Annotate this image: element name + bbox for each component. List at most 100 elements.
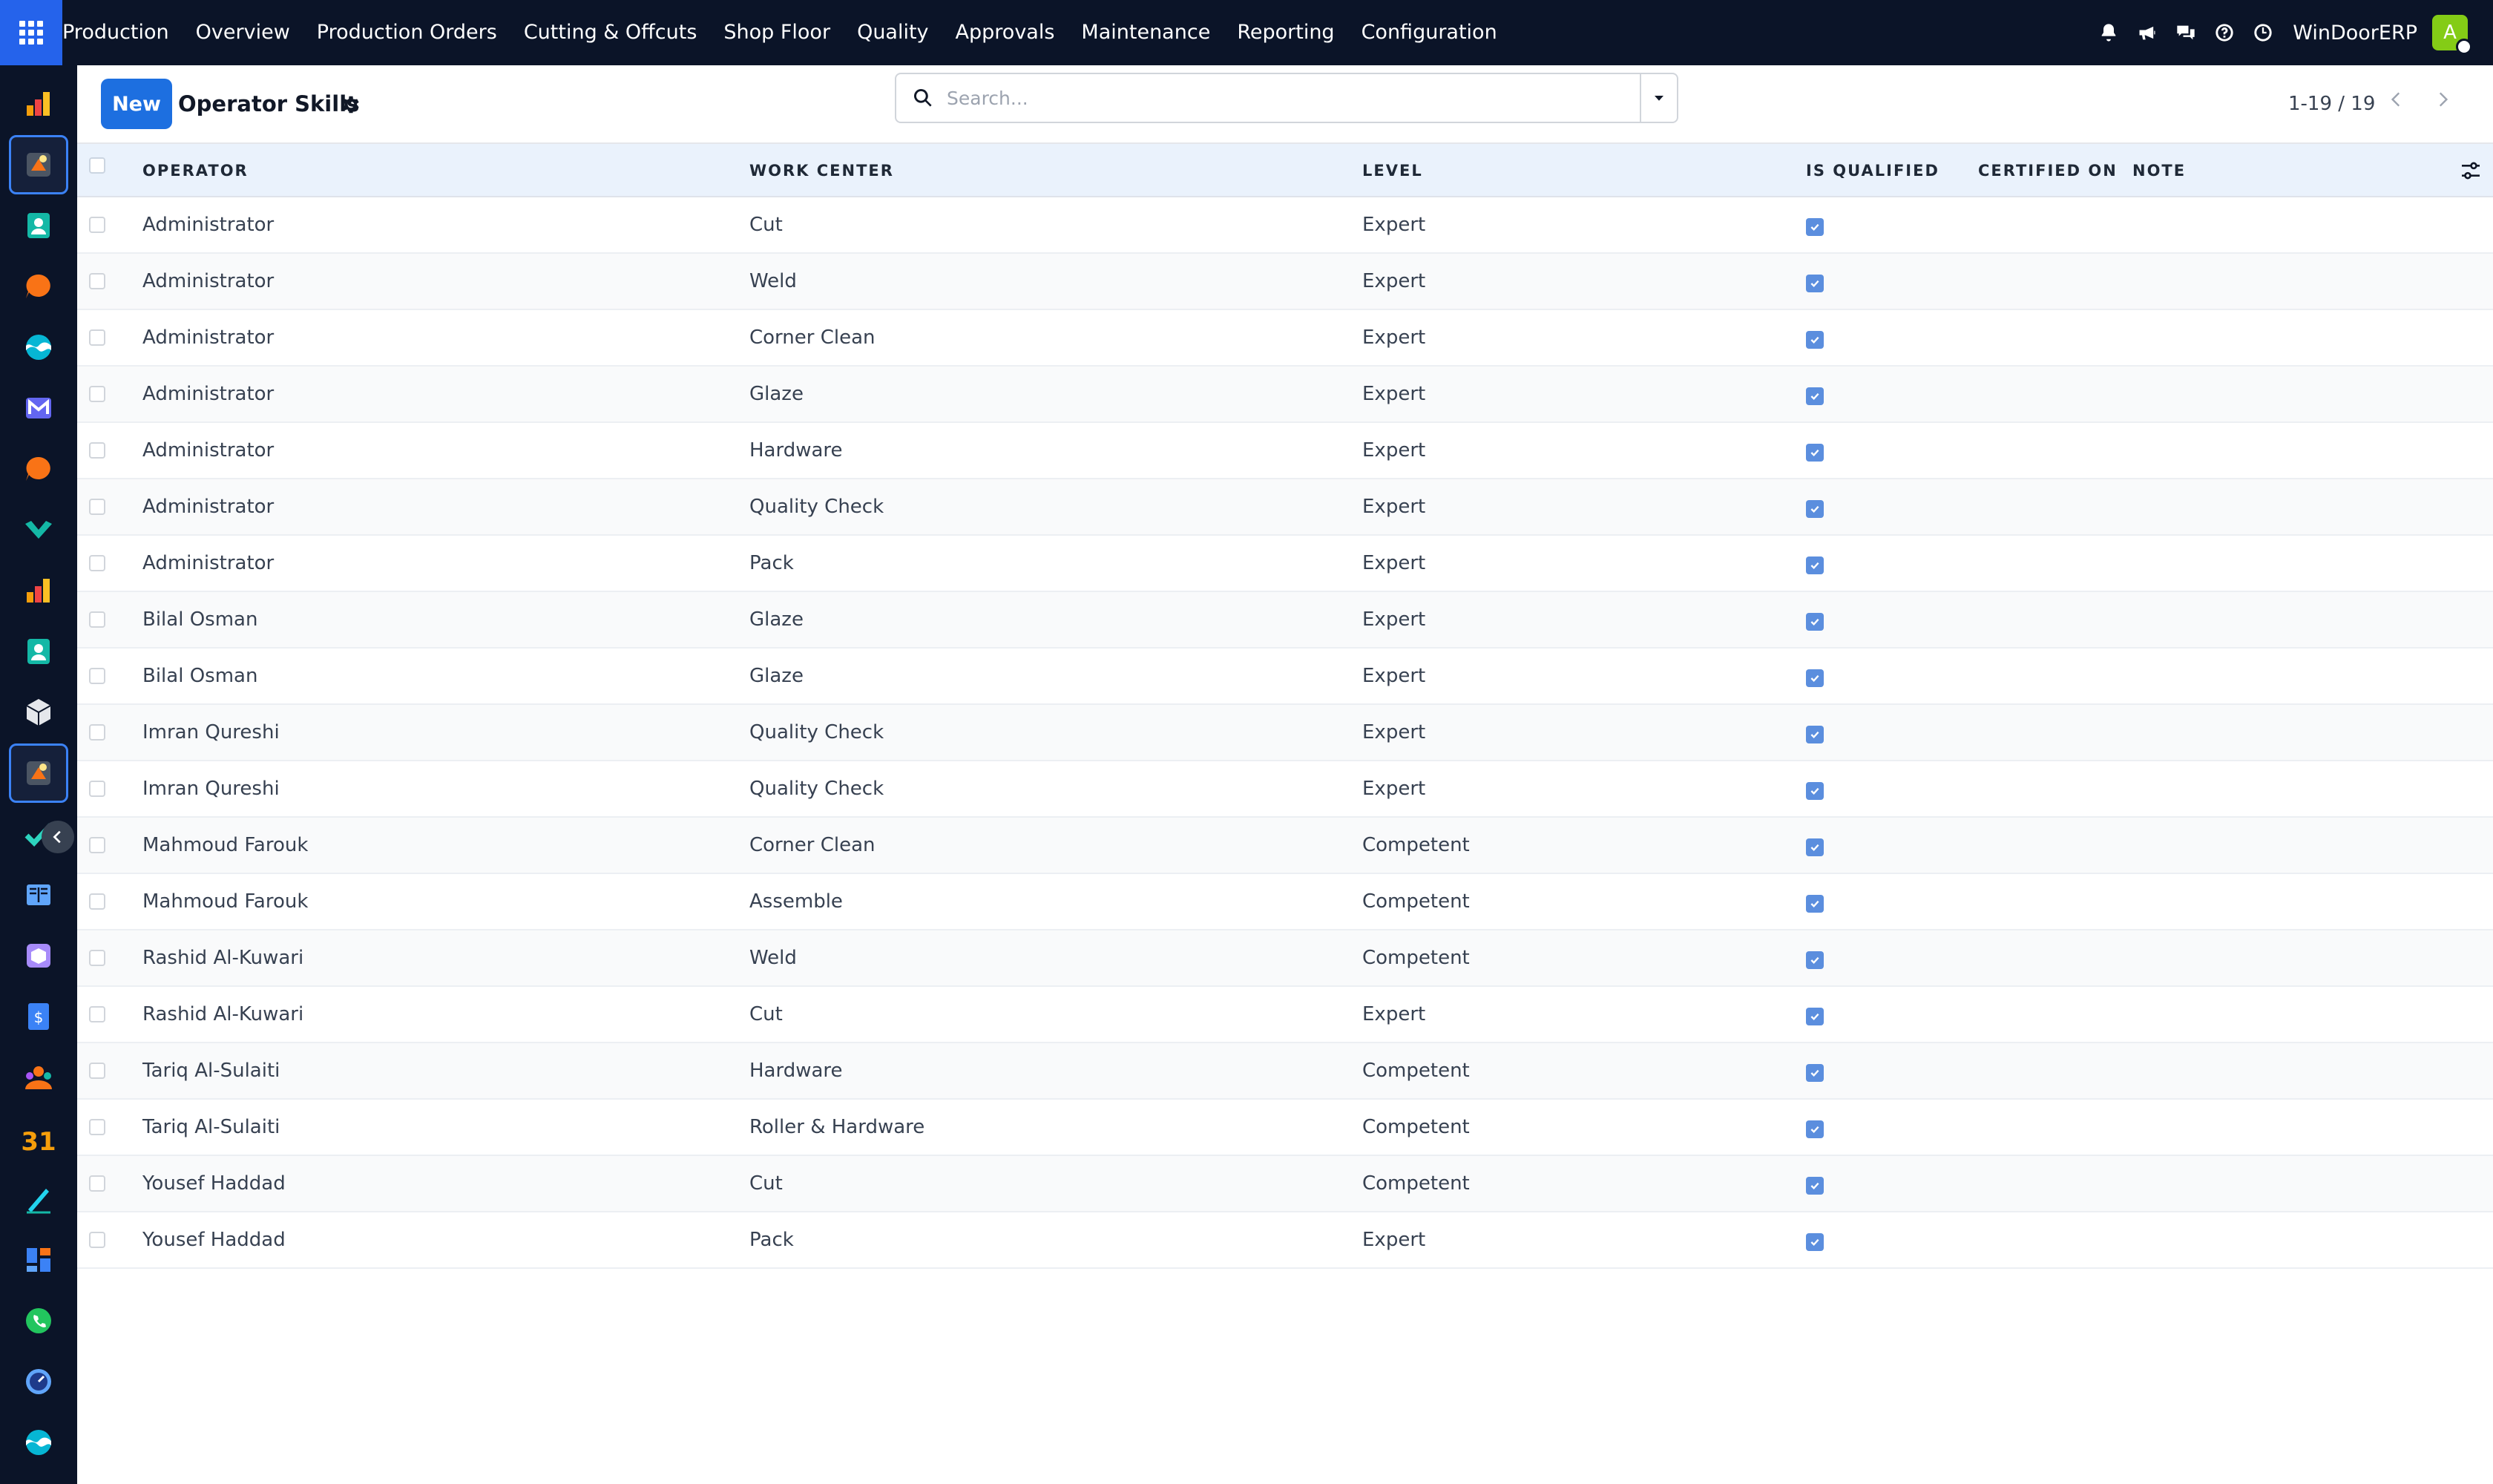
column-header-level[interactable]: LEVEL <box>1362 144 1423 197</box>
is-qualified-checkbox[interactable] <box>1806 500 1824 518</box>
menu-item-production[interactable]: Production <box>62 0 183 65</box>
row-select-checkbox[interactable] <box>89 781 105 797</box>
table-row[interactable]: Administrator Corner Clean Expert <box>77 310 2493 367</box>
sidebar-app-dashboards[interactable] <box>9 561 68 620</box>
table-row[interactable]: Bilal Osman Glaze Expert <box>77 649 2493 705</box>
select-all-checkbox[interactable] <box>89 157 105 174</box>
row-select-checkbox[interactable] <box>89 1232 105 1248</box>
menu-item-overview[interactable]: Overview <box>183 0 303 65</box>
menu-item-production-orders[interactable]: Production Orders <box>303 0 510 65</box>
sidebar-app-sign[interactable] <box>9 500 68 559</box>
menu-item-cutting-offcuts[interactable]: Cutting & Offcuts <box>510 0 711 65</box>
table-row[interactable]: Mahmoud Farouk Assemble Competent <box>77 874 2493 930</box>
is-qualified-checkbox[interactable] <box>1806 1064 1824 1082</box>
sidebar-app-products[interactable] <box>9 926 68 985</box>
table-row[interactable]: Imran Qureshi Quality Check Expert <box>77 761 2493 818</box>
menu-item-shop-floor[interactable]: Shop Floor <box>710 0 844 65</box>
table-row[interactable]: Administrator Hardware Expert <box>77 423 2493 479</box>
pager-value[interactable]: 1-19 / 19 <box>2288 79 2375 129</box>
menu-item-maintenance[interactable]: Maintenance <box>1068 0 1223 65</box>
is-qualified-checkbox[interactable] <box>1806 218 1824 236</box>
is-qualified-checkbox[interactable] <box>1806 726 1824 743</box>
row-select-checkbox[interactable] <box>89 837 105 853</box>
row-select-checkbox[interactable] <box>89 950 105 966</box>
table-row[interactable]: Tariq Al-Sulaiti Hardware Competent <box>77 1043 2493 1100</box>
table-row[interactable]: Imran Qureshi Quality Check Expert <box>77 705 2493 761</box>
table-row[interactable]: Yousef Haddad Cut Competent <box>77 1156 2493 1212</box>
table-row[interactable]: Bilal Osman Glaze Expert <box>77 592 2493 649</box>
menu-item-configuration[interactable]: Configuration <box>1348 0 1511 65</box>
row-select-checkbox[interactable] <box>89 1119 105 1135</box>
table-row[interactable]: Administrator Cut Expert <box>77 197 2493 254</box>
sidebar-collapse-button[interactable] <box>42 821 74 853</box>
is-qualified-checkbox[interactable] <box>1806 556 1824 574</box>
apps-menu-button[interactable] <box>0 0 62 65</box>
row-select-checkbox[interactable] <box>89 329 105 346</box>
table-row[interactable]: Tariq Al-Sulaiti Roller & Hardware Compete… <box>77 1100 2493 1156</box>
column-header-certified-on[interactable]: CERTIFIED ON <box>1978 144 2118 197</box>
row-select-checkbox[interactable] <box>89 217 105 233</box>
is-qualified-checkbox[interactable] <box>1806 951 1824 969</box>
new-button[interactable]: New <box>101 79 172 129</box>
gear-icon[interactable] <box>340 93 362 116</box>
sidebar-app-production[interactable] <box>9 135 68 194</box>
column-header-is-qualified[interactable]: IS QUALIFIED <box>1806 144 1939 197</box>
is-qualified-checkbox[interactable] <box>1806 838 1824 856</box>
optional-columns-icon[interactable] <box>2459 159 2483 183</box>
row-select-checkbox[interactable] <box>89 442 105 459</box>
sidebar-app-mail[interactable] <box>9 378 68 438</box>
row-select-checkbox[interactable] <box>89 611 105 628</box>
pager-next-button[interactable] <box>2420 76 2465 123</box>
help-icon[interactable] <box>2205 0 2244 65</box>
row-select-checkbox[interactable] <box>89 1006 105 1022</box>
is-qualified-checkbox[interactable] <box>1806 331 1824 349</box>
row-select-checkbox[interactable] <box>89 668 105 684</box>
avatar[interactable]: A <box>2432 15 2472 55</box>
menu-item-quality[interactable]: Quality <box>844 0 942 65</box>
row-select-checkbox[interactable] <box>89 893 105 910</box>
table-row[interactable]: Rashid Al-Kuwari Weld Competent <box>77 930 2493 987</box>
row-select-checkbox[interactable] <box>89 555 105 571</box>
row-select-checkbox[interactable] <box>89 273 105 289</box>
table-row[interactable]: Rashid Al-Kuwari Cut Expert <box>77 987 2493 1043</box>
table-row[interactable]: Administrator Pack Expert <box>77 536 2493 592</box>
sidebar-app-inventory[interactable] <box>9 683 68 742</box>
menu-item-reporting[interactable]: Reporting <box>1223 0 1347 65</box>
menu-item-approvals[interactable]: Approvals <box>942 0 1068 65</box>
sidebar-app-discuss[interactable] <box>9 257 68 316</box>
sidebar-app-planning[interactable] <box>9 1230 68 1290</box>
bell-icon[interactable] <box>2089 0 2128 65</box>
sidebar-app-timer[interactable] <box>9 1352 68 1411</box>
row-select-checkbox[interactable] <box>89 724 105 741</box>
is-qualified-checkbox[interactable] <box>1806 387 1824 405</box>
is-qualified-checkbox[interactable] <box>1806 1008 1824 1025</box>
sidebar-app-invoicing[interactable]: $ <box>9 987 68 1046</box>
chat-icon[interactable] <box>2167 0 2205 65</box>
is-qualified-checkbox[interactable] <box>1806 1233 1824 1251</box>
row-select-checkbox[interactable] <box>89 1063 105 1079</box>
sidebar-app-team[interactable] <box>9 1048 68 1107</box>
row-select-checkbox[interactable] <box>89 499 105 515</box>
column-header-operator[interactable]: OPERATOR <box>142 144 249 197</box>
is-qualified-checkbox[interactable] <box>1806 613 1824 631</box>
sidebar-app-whatsapp[interactable] <box>9 1291 68 1350</box>
row-select-checkbox[interactable] <box>89 386 105 402</box>
column-header-note[interactable]: NOTE <box>2132 144 2186 197</box>
row-select-checkbox[interactable] <box>89 1175 105 1192</box>
is-qualified-checkbox[interactable] <box>1806 1120 1824 1138</box>
is-qualified-checkbox[interactable] <box>1806 275 1824 292</box>
sidebar-app-website[interactable] <box>9 318 68 377</box>
column-header-work-center[interactable]: WORK CENTER <box>749 144 894 197</box>
is-qualified-checkbox[interactable] <box>1806 895 1824 913</box>
sidebar-app-draw[interactable] <box>9 1169 68 1229</box>
is-qualified-checkbox[interactable] <box>1806 1177 1824 1195</box>
search-input[interactable] <box>947 79 1615 117</box>
sidebar-app-contacts[interactable] <box>9 196 68 255</box>
sidebar-app-manufacturing[interactable] <box>9 743 68 803</box>
sidebar-app-website-2[interactable] <box>9 1413 68 1472</box>
clock-icon[interactable] <box>2244 0 2282 65</box>
table-row[interactable]: Mahmoud Farouk Corner Clean Competent <box>77 818 2493 874</box>
is-qualified-checkbox[interactable] <box>1806 444 1824 462</box>
megaphone-icon[interactable] <box>2128 0 2167 65</box>
sidebar-app-livechat[interactable] <box>9 439 68 499</box>
